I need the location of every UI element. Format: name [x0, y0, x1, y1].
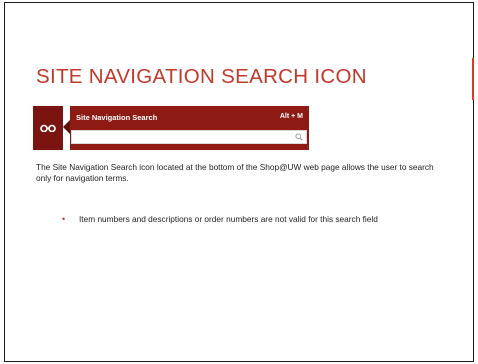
bullet-dot: • — [62, 214, 66, 224]
site-navigation-search-panel: Site Navigation Search Alt + M — [70, 106, 309, 150]
bullet-list: • Item numbers and descriptions or order… — [62, 214, 442, 225]
magnifier-icon[interactable] — [295, 133, 303, 141]
accent-bar — [472, 58, 474, 100]
slide-title: SITE NAVIGATION SEARCH ICON — [36, 65, 367, 88]
search-box — [71, 130, 307, 144]
keyboard-shortcut-label: Alt + M — [279, 113, 303, 120]
slide-frame: SITE NAVIGATION SEARCH ICON Site Navigat… — [4, 2, 474, 362]
list-item: • Item numbers and descriptions or order… — [62, 214, 442, 225]
description-paragraph: The Site Navigation Search icon located … — [36, 162, 434, 183]
bullet-text: Item numbers and descriptions or order n… — [79, 214, 378, 224]
panel-pointer — [63, 120, 70, 134]
site-navigation-search-tab[interactable] — [33, 106, 63, 150]
site-navigation-search-widget: Site Navigation Search Alt + M — [33, 106, 309, 150]
site-navigation-search-input[interactable] — [74, 131, 292, 143]
panel-header-label: Site Navigation Search — [76, 113, 158, 122]
binoculars-icon — [40, 124, 56, 132]
